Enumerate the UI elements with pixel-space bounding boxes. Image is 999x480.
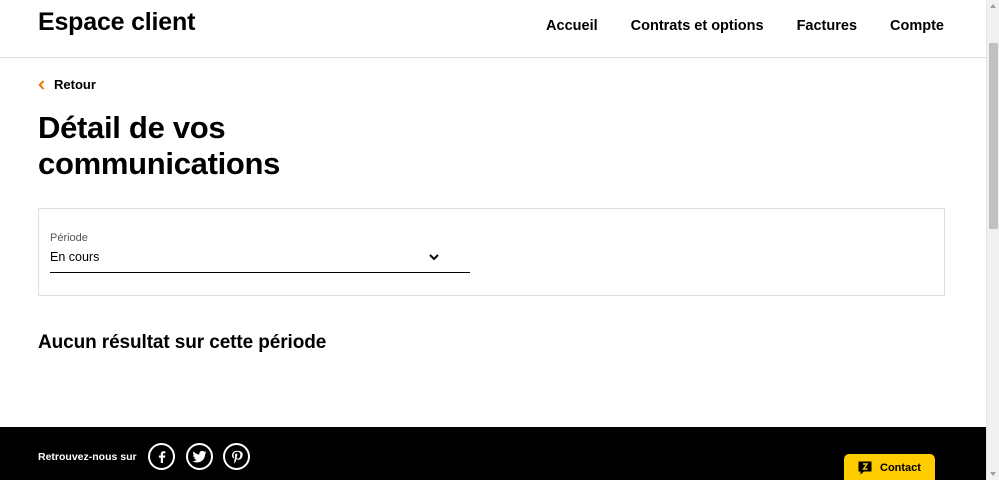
twitter-icon (192, 450, 207, 462)
follow-us-label: Retrouvez-nous sur (38, 451, 137, 463)
back-link[interactable]: Retour (38, 77, 96, 92)
period-label: Période (50, 232, 88, 244)
period-select-value: En cours (50, 250, 100, 264)
nav-item-contrats-options[interactable]: Contrats et options (631, 18, 764, 34)
page-title: Détail de vos communications (38, 110, 281, 181)
scroll-thumb[interactable] (989, 43, 998, 229)
period-filter-panel: Période En cours (38, 208, 945, 296)
page: Espace client Accueil Contrats et option… (0, 0, 986, 480)
nav-item-factures[interactable]: Factures (797, 18, 857, 34)
main-nav: Accueil Contrats et options Factures Com… (513, 18, 944, 34)
empty-results-message: Aucun résultat sur cette période (38, 332, 327, 353)
chevron-down-icon (428, 250, 440, 262)
chat-bubble-icon (857, 460, 873, 476)
brand-title[interactable]: Espace client (38, 8, 195, 37)
contact-button[interactable]: Contact (844, 454, 935, 480)
nav-item-accueil[interactable]: Accueil (546, 18, 598, 34)
twitter-link[interactable] (186, 443, 213, 470)
site-footer: Retrouvez-nous sur Contact (0, 427, 986, 480)
scroll-down-arrow-icon[interactable] (990, 472, 996, 476)
nav-item-compte[interactable]: Compte (890, 18, 944, 34)
site-header: Espace client Accueil Contrats et option… (0, 0, 986, 58)
period-select[interactable]: En cours (50, 247, 470, 273)
facebook-link[interactable] (148, 443, 175, 470)
page-scrollbar[interactable] (986, 0, 999, 480)
pinterest-link[interactable] (223, 443, 250, 470)
scroll-up-arrow-icon[interactable] (990, 4, 996, 8)
contact-button-label: Contact (880, 462, 921, 474)
back-link-label: Retour (54, 77, 96, 92)
facebook-icon (158, 450, 165, 463)
pinterest-icon (231, 450, 243, 463)
chevron-left-icon (38, 79, 46, 91)
